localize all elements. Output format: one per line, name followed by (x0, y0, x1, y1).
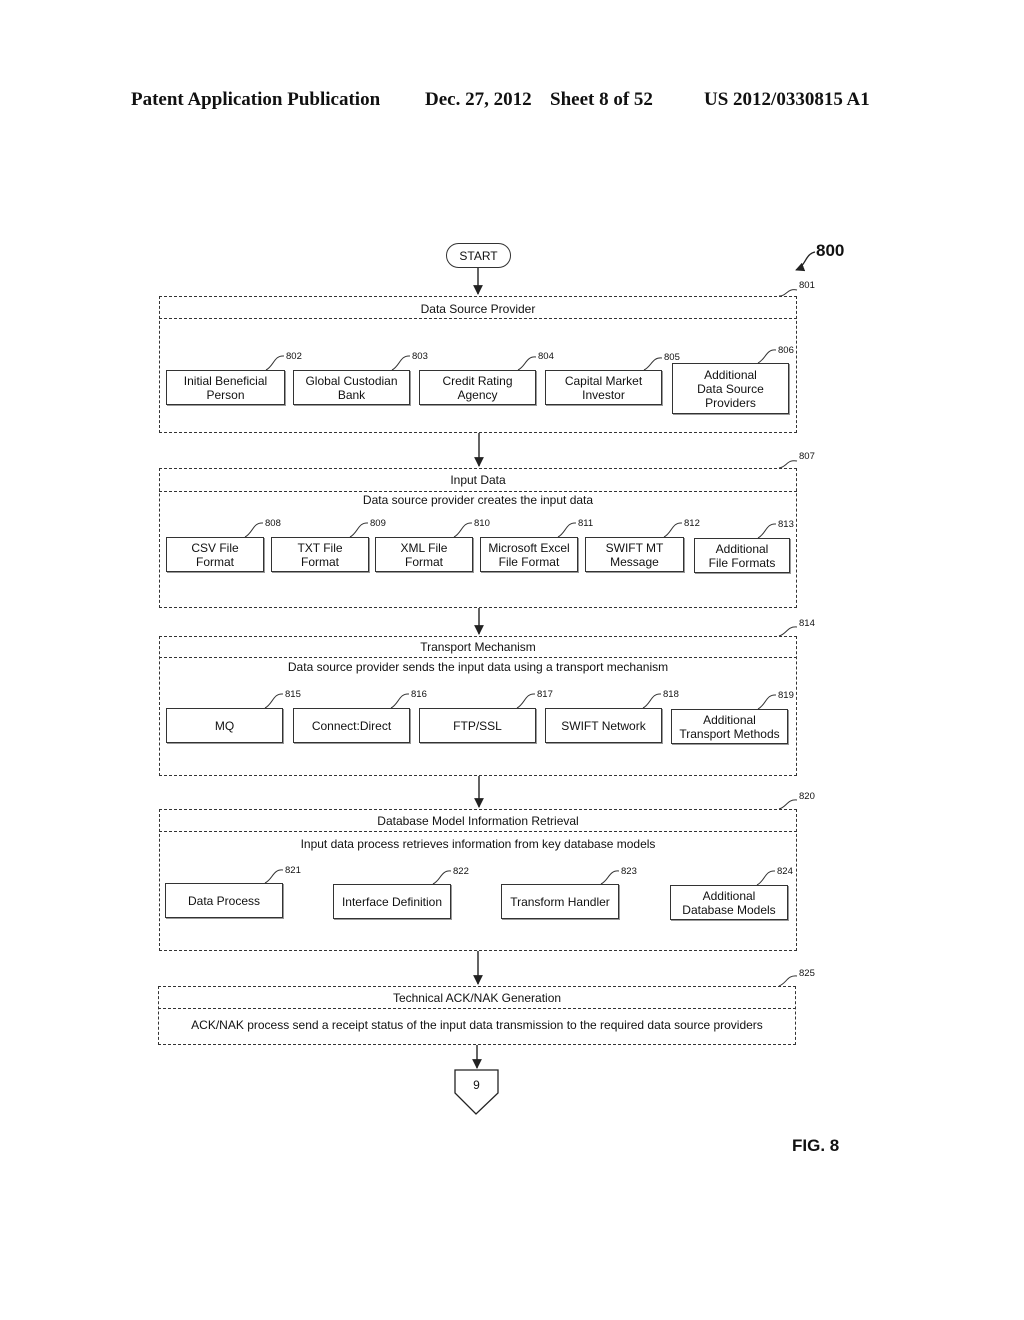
publication-number: US 2012/0330815 A1 (704, 89, 870, 110)
reference-number: 813 (778, 519, 794, 530)
reference-number: 803 (412, 351, 428, 362)
figure-ref-leader (795, 251, 816, 272)
flow-box: SWIFT Network (545, 708, 662, 743)
reference-number: 823 (621, 866, 637, 877)
reference-number: 801 (799, 280, 815, 291)
section-title: Data Source Provider (420, 302, 536, 316)
box-label: TXT File Format (297, 540, 343, 569)
sheet-number: Sheet 8 of 52 (550, 89, 653, 110)
reference-number: 809 (370, 518, 386, 529)
reference-number: 812 (684, 518, 700, 529)
reference-number: 811 (578, 518, 594, 529)
figure-reference-number: 800 (816, 241, 845, 260)
section-divider (159, 491, 797, 492)
box-label: SWIFT Network (561, 718, 646, 733)
flow-box: Additional File Formats (694, 538, 790, 573)
flow-box: Additional Database Models (670, 885, 788, 920)
reference-number: 821 (285, 865, 301, 876)
flow-box: Data Process (165, 883, 283, 918)
reference-number: 824 (777, 866, 793, 877)
flow-box: Additional Transport Methods (671, 709, 788, 744)
box-label: SWIFT MT Message (605, 540, 664, 569)
reference-number: 804 (538, 351, 554, 362)
flow-box: Transform Handler (501, 884, 619, 919)
box-label: Additional Data Source Providers (697, 367, 764, 410)
reference-number: 818 (663, 689, 679, 700)
reference-number: 817 (537, 689, 553, 700)
flow-box: Credit Rating Agency (419, 370, 536, 405)
section-description: Data source provider creates the input d… (362, 493, 594, 507)
box-label: Capital Market Investor (564, 373, 643, 402)
reference-number: 806 (778, 345, 794, 356)
reference-number: 825 (799, 968, 815, 979)
figure-label: FIG. 8 (792, 1136, 840, 1155)
box-label: CSV File Format (191, 540, 239, 569)
flow-box: Connect:Direct (293, 708, 410, 743)
flow-box: CSV File Format (166, 537, 264, 572)
reference-number: 816 (411, 689, 427, 700)
flow-box: FTP/SSL (419, 708, 536, 743)
box-label: Microsoft Excel File Format (488, 540, 570, 569)
box-label: Global Custodian Bank (305, 373, 398, 402)
box-label: XML File Format (400, 540, 448, 569)
reference-number: 805 (664, 352, 680, 363)
publication-type: Patent Application Publication (131, 89, 381, 110)
box-label: Connect:Direct (311, 718, 392, 733)
flow-box: MQ (166, 708, 283, 743)
section-description: ACK/NAK process send a receipt status of… (191, 1018, 763, 1032)
flow-box: Initial Beneficial Person (166, 370, 285, 405)
flow-box: Additional Data Source Providers (672, 363, 789, 414)
box-label: Credit Rating Agency (442, 373, 513, 402)
reference-number: 808 (265, 518, 281, 529)
section-title: Technical ACK/NAK Generation (392, 991, 562, 1005)
section-divider (159, 657, 797, 658)
reference-number: 819 (778, 690, 794, 701)
flow-box: XML File Format (375, 537, 473, 572)
reference-number: 810 (474, 518, 490, 529)
flow-box: Global Custodian Bank (293, 370, 410, 405)
section-title: Database Model Information Retrieval (377, 814, 579, 828)
flow-box: Interface Definition (333, 884, 451, 919)
publication-date: Dec. 27, 2012 (425, 89, 532, 110)
start-label: START (459, 248, 498, 263)
offpage-connector-shape (454, 1069, 499, 1115)
section-title: Transport Mechanism (420, 640, 536, 654)
box-label: Additional Database Models (682, 888, 776, 917)
box-label: Data Process (187, 893, 261, 908)
section-description: Input data process retrieves information… (300, 837, 656, 851)
reference-number: 802 (286, 351, 302, 362)
offpage-connector-label: 9 (473, 1078, 480, 1092)
flow-box: SWIFT MT Message (585, 537, 684, 572)
reference-number: 807 (799, 451, 815, 462)
flow-box: Capital Market Investor (545, 370, 662, 405)
box-label: Initial Beneficial Person (183, 373, 268, 402)
section-description: Data source provider sends the input dat… (287, 660, 669, 674)
reference-number: 820 (799, 791, 815, 802)
box-label: Interface Definition (341, 894, 443, 909)
box-label: Additional Transport Methods (679, 712, 780, 741)
section-divider (159, 831, 797, 832)
box-label: MQ (214, 718, 235, 733)
flow-box: Microsoft Excel File Format (480, 537, 578, 572)
flow-box: TXT File Format (271, 537, 369, 572)
section-title: Input Data (450, 473, 506, 487)
start-terminator: START (446, 243, 511, 268)
reference-number: 815 (285, 689, 301, 700)
reference-number: 814 (799, 618, 815, 629)
box-label: Transform Handler (510, 894, 610, 909)
section-divider (159, 318, 797, 319)
section-divider (158, 1008, 796, 1009)
box-label: FTP/SSL (453, 718, 502, 733)
reference-number: 822 (453, 866, 469, 877)
box-label: Additional File Formats (708, 541, 776, 570)
